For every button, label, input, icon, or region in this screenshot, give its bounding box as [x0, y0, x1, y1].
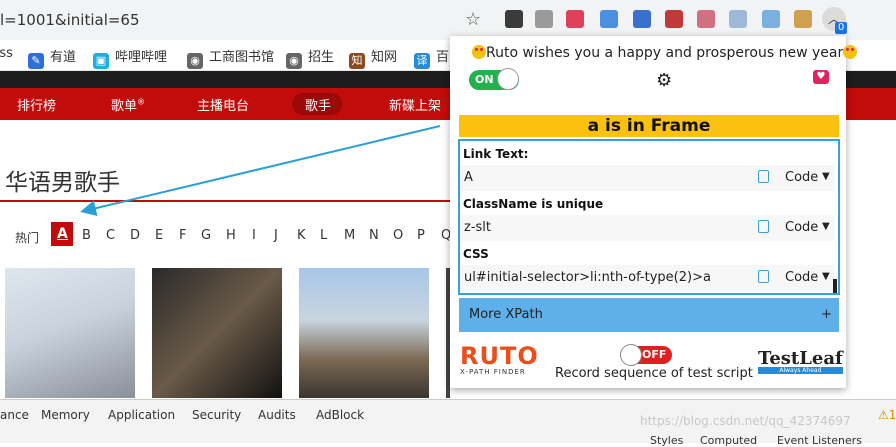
toggle-knob — [620, 344, 642, 366]
caret-down-icon[interactable]: ▼ — [822, 221, 830, 232]
more-xpath-button[interactable]: More XPath + — [459, 298, 839, 332]
scrollbar[interactable] — [833, 279, 837, 293]
code-dropdown[interactable]: Code — [785, 220, 818, 235]
devtools-tab[interactable]: Memory — [41, 408, 90, 422]
ruto-popup: Ruto wishes you a happy and prosperous n… — [450, 36, 858, 388]
gear-icon[interactable]: ⚙ — [656, 70, 672, 91]
watermark: https://blog.csdn.net/qq_42374697 — [640, 414, 851, 428]
record-label: Record sequence of test script — [555, 366, 753, 381]
devtools-tab[interactable]: ance — [0, 408, 29, 422]
devtools-subtab[interactable]: Styles — [650, 434, 683, 447]
devtools-subtab[interactable]: Event Listeners — [777, 434, 862, 447]
devtools-subtab[interactable]: Computed — [700, 434, 757, 447]
code-dropdown[interactable]: Code — [785, 170, 818, 185]
warning-count[interactable]: ⚠1 — [878, 408, 896, 422]
ruto-logo: RUTO X-PATH FINDER — [460, 342, 539, 376]
locator-value[interactable]: A — [464, 170, 473, 185]
caret-down-icon[interactable]: ▼ — [822, 171, 830, 182]
locator-title: CSS — [463, 247, 489, 261]
locator-value[interactable]: z-slt — [464, 220, 491, 235]
code-dropdown[interactable]: Code — [785, 270, 818, 285]
copy-icon[interactable] — [758, 170, 769, 183]
locator-title: ClassName is unique — [463, 197, 604, 211]
greeting-text: Ruto wishes you a happy and prosperous n… — [472, 45, 858, 61]
more-xpath-label: More XPath — [469, 307, 543, 322]
frame-banner: a is in Frame — [459, 115, 839, 137]
copy-icon[interactable] — [758, 220, 769, 233]
toggle-knob — [497, 68, 519, 90]
heart-eyes-emoji-icon — [472, 45, 486, 59]
locator-list: Link Text: A Code ▼ ClassName is unique … — [458, 139, 840, 295]
locator-row: z-slt Code ▼ — [460, 215, 834, 241]
devtools-tab[interactable]: Security — [192, 408, 241, 422]
devtools-tab[interactable]: Audits — [258, 408, 296, 422]
heart-eyes-emoji-icon — [843, 45, 858, 59]
locator-value[interactable]: ul#initial-selector>li:nth-of-type(2)>a — [464, 270, 711, 285]
testleaf-logo: TestLeaf Always Ahead — [758, 348, 843, 374]
record-toggle[interactable]: OFF — [620, 344, 672, 366]
feedback-heart-icon[interactable]: ♥ — [813, 70, 829, 84]
devtools-tab[interactable]: Application — [108, 408, 175, 422]
locator-row: ul#initial-selector>li:nth-of-type(2)>a … — [460, 265, 834, 291]
ruto-on-toggle[interactable]: ON — [469, 68, 519, 90]
locator-row: A Code ▼ — [460, 165, 834, 191]
locator-title: Link Text: — [463, 147, 529, 161]
copy-icon[interactable] — [758, 270, 769, 283]
caret-down-icon[interactable]: ▼ — [822, 271, 830, 282]
devtools-tab[interactable]: AdBlock — [316, 408, 364, 422]
plus-icon: + — [821, 307, 832, 322]
